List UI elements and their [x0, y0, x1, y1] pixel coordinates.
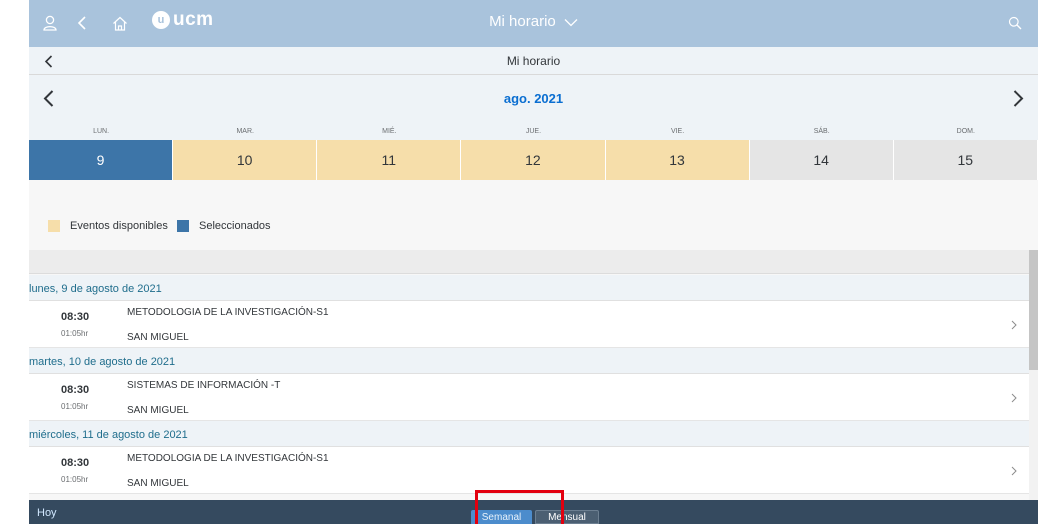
page-header: Mi horario — [29, 47, 1038, 75]
event-time: 08:30 — [61, 384, 90, 396]
app-title-menu[interactable]: Mi horario — [29, 13, 1038, 31]
weekday-row: LUN. MAR. MIÉ. JUE. VIE. SÁB. DOM. — [29, 120, 1038, 140]
chevron-right-icon — [1009, 318, 1019, 332]
date-group-label: martes, 10 de agosto de 2021 — [29, 356, 176, 368]
legend-swatch-selected — [177, 220, 189, 232]
weekday-label: LUN. — [93, 128, 110, 135]
scrollbar-thumb[interactable] — [1029, 250, 1038, 370]
list-item[interactable]: 08:30 01:05hr METODOLOGIA DE LA INVESTIG… — [29, 447, 1029, 494]
weekday-label: MIÉ. — [382, 128, 397, 135]
calendar-legend: Eventos disponibles Seleccionados — [29, 180, 1038, 250]
day-row: 9 10 11 12 13 14 15 — [29, 140, 1038, 180]
chevron-right-icon — [1009, 391, 1019, 405]
today-button[interactable]: Hoy — [37, 507, 57, 519]
event-time: 08:30 — [61, 457, 90, 469]
search-icon[interactable] — [1004, 12, 1026, 34]
date-group-header: lunes, 9 de agosto de 2021 — [29, 275, 1029, 301]
day-cell[interactable]: 13 — [605, 140, 750, 180]
list-item[interactable]: 08:30 01:05hr METODOLOGIA DE LA INVESTIG… — [29, 301, 1029, 348]
day-cell-selected[interactable]: 9 — [29, 140, 174, 180]
legend-swatch-available — [48, 220, 60, 232]
legend-selected: Seleccionados — [177, 220, 271, 232]
day-cell[interactable]: 14 — [749, 140, 894, 180]
legend-selected-label: Seleccionados — [199, 220, 271, 232]
page-title: Mi horario — [506, 54, 561, 68]
calendar-nav: ago. 2021 — [29, 75, 1038, 120]
legend-available-label: Eventos disponibles — [70, 220, 168, 232]
event-place: SAN MIGUEL — [127, 405, 189, 416]
day-cell[interactable]: 15 — [893, 140, 1038, 180]
date-group-header: miércoles, 11 de agosto de 2021 — [29, 421, 1029, 447]
weekday-label: VIE. — [670, 128, 685, 135]
event-name: SISTEMAS DE INFORMACIÓN -T — [127, 380, 281, 391]
month-label[interactable]: ago. 2021 — [29, 91, 1038, 106]
event-place: SAN MIGUEL — [127, 332, 189, 343]
day-cell[interactable]: 10 — [173, 140, 318, 180]
event-list: lunes, 9 de agosto de 2021 08:30 01:05hr… — [29, 275, 1029, 494]
event-duration: 01:05hr — [61, 402, 89, 411]
event-place: SAN MIGUEL — [127, 478, 189, 489]
day-cell[interactable]: 12 — [461, 140, 606, 180]
chevron-down-icon — [564, 14, 578, 31]
weekday-label: JUE. — [525, 128, 542, 135]
app-title: Mi horario — [489, 13, 556, 30]
date-group-label: lunes, 9 de agosto de 2021 — [29, 283, 162, 295]
event-time: 08:30 — [61, 311, 90, 323]
next-week-button[interactable] — [1009, 87, 1027, 109]
event-duration: 01:05hr — [61, 329, 89, 338]
list-item[interactable]: 08:30 01:05hr SISTEMAS DE INFORMACIÓN -T… — [29, 374, 1029, 421]
event-duration: 01:05hr — [61, 475, 89, 484]
date-group-label: miércoles, 11 de agosto de 2021 — [29, 429, 188, 441]
chevron-right-icon — [1009, 464, 1019, 478]
highlight-box — [475, 490, 564, 524]
shell-header: u ucm Mi horario — [29, 0, 1038, 47]
weekday-label: SÁB. — [813, 128, 830, 135]
event-name: METODOLOGIA DE LA INVESTIGACIÓN-S1 — [127, 307, 329, 318]
weekday-label: MAR. — [236, 128, 254, 135]
weekday-label: DOM. — [956, 128, 975, 135]
list-toolbar — [29, 250, 1029, 274]
day-cell[interactable]: 11 — [317, 140, 462, 180]
app-shell: u ucm Mi horario Mi horario ago. 2021 LU… — [29, 0, 1038, 524]
legend-available: Eventos disponibles — [48, 220, 168, 232]
date-group-header: martes, 10 de agosto de 2021 — [29, 348, 1029, 374]
event-name: METODOLOGIA DE LA INVESTIGACIÓN-S1 — [127, 453, 329, 464]
